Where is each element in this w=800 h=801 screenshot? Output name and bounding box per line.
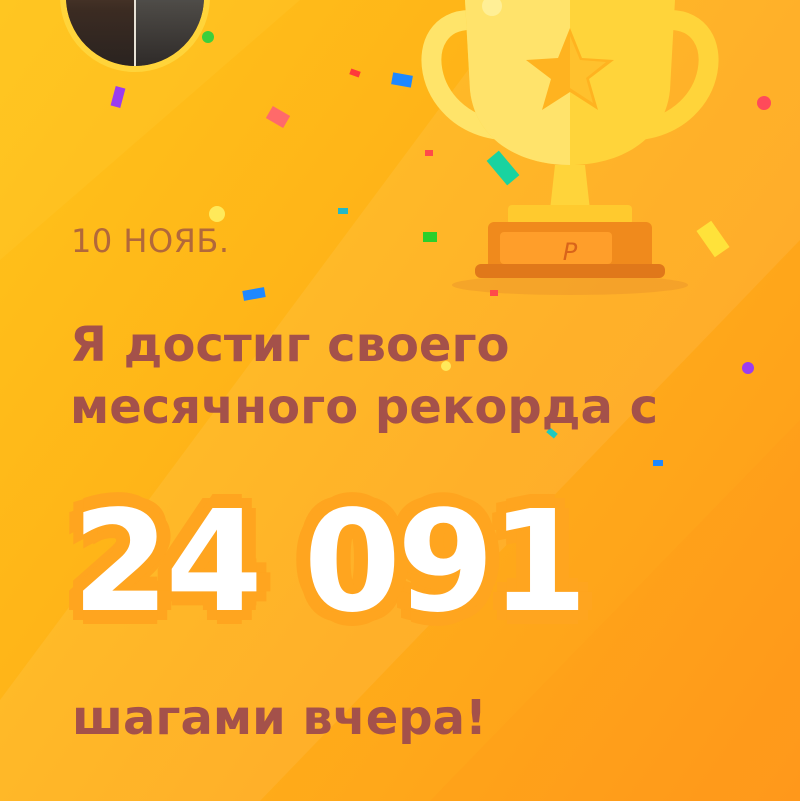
trophy-icon: P — [421, 0, 719, 295]
avatar-divider — [133, 0, 137, 66]
svg-text:P: P — [563, 238, 578, 266]
achievement-date: 10 НОЯБ. — [71, 222, 230, 260]
achievement-card: P 10 НОЯБ. Я достиг своего месячного рек… — [0, 0, 800, 801]
achievement-headline: Я достиг своего месячного рекорда с — [70, 317, 659, 435]
avatar-photo-right — [135, 0, 204, 66]
steps-count: 24 091 — [72, 481, 588, 644]
user-avatar[interactable] — [60, 0, 210, 72]
avatar-photo-left — [66, 0, 135, 66]
achievement-footer: шагами вчера! — [72, 690, 487, 746]
